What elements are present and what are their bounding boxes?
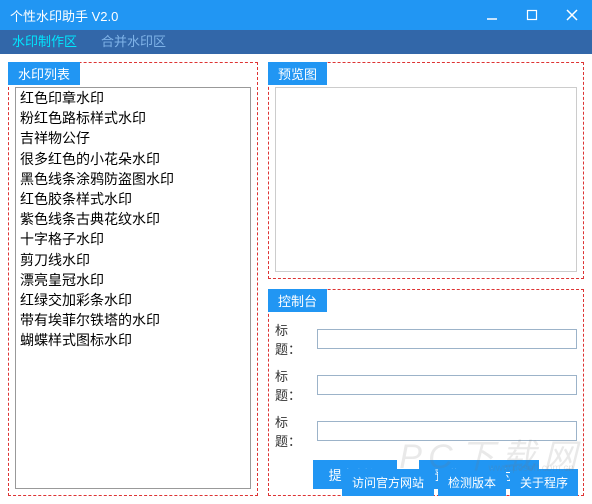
watermark-list-panel: 水印列表 红色印章水印粉红色路标样式水印吉祥物公仔很多红色的小花朵水印黑色线条涂…	[8, 62, 258, 496]
about-button[interactable]: 关于程序	[510, 469, 578, 496]
list-item[interactable]: 带有埃菲尔铁塔的水印	[16, 310, 250, 330]
preview-panel: 预览图	[268, 62, 584, 279]
window-title: 个性水印助手 V2.0	[10, 6, 118, 25]
maximize-button[interactable]	[512, 0, 552, 30]
list-item[interactable]: 剪刀线水印	[16, 250, 250, 270]
tab-merge[interactable]: 合并水印区	[89, 30, 178, 54]
official-site-button[interactable]: 访问官方网站	[342, 469, 434, 496]
panel-title: 水印列表	[8, 62, 80, 85]
list-item[interactable]: 红色印章水印	[16, 88, 250, 108]
title-input-2[interactable]	[317, 375, 577, 395]
list-item[interactable]: 漂亮皇冠水印	[16, 270, 250, 290]
list-item[interactable]: 十字格子水印	[16, 229, 250, 249]
list-item[interactable]: 红绿交加彩条水印	[16, 290, 250, 310]
minimize-button[interactable]	[472, 0, 512, 30]
panel-title: 控制台	[268, 289, 327, 312]
preview-image-area	[275, 87, 577, 272]
field-label: 标题：	[275, 366, 311, 404]
list-item[interactable]: 红色胶条样式水印	[16, 189, 250, 209]
title-input-3[interactable]	[317, 421, 577, 441]
list-item[interactable]: 黑色线条涂鸦防盗图水印	[16, 169, 250, 189]
list-item[interactable]: 很多红色的小花朵水印	[16, 149, 250, 169]
field-label: 标题：	[275, 320, 311, 358]
list-item[interactable]: 蝴蝶样式图标水印	[16, 330, 250, 350]
field-label: 标题：	[275, 412, 311, 450]
panel-title: 预览图	[268, 62, 327, 85]
control-panel: 控制台 标题： 标题： 标题： 提交制作	[268, 289, 584, 496]
list-item[interactable]: 紫色线条古典花纹水印	[16, 209, 250, 229]
close-button[interactable]	[552, 0, 592, 30]
tab-make[interactable]: 水印制作区	[0, 30, 89, 54]
tabs: 水印制作区 合并水印区	[0, 30, 592, 54]
check-version-button[interactable]: 检测版本	[438, 469, 506, 496]
titlebar: 个性水印助手 V2.0	[0, 0, 592, 30]
list-item[interactable]: 粉红色路标样式水印	[16, 108, 250, 128]
list-item[interactable]: 吉祥物公仔	[16, 128, 250, 148]
watermark-listbox[interactable]: 红色印章水印粉红色路标样式水印吉祥物公仔很多红色的小花朵水印黑色线条涂鸦防盗图水…	[15, 87, 251, 489]
title-input-1[interactable]	[317, 329, 577, 349]
